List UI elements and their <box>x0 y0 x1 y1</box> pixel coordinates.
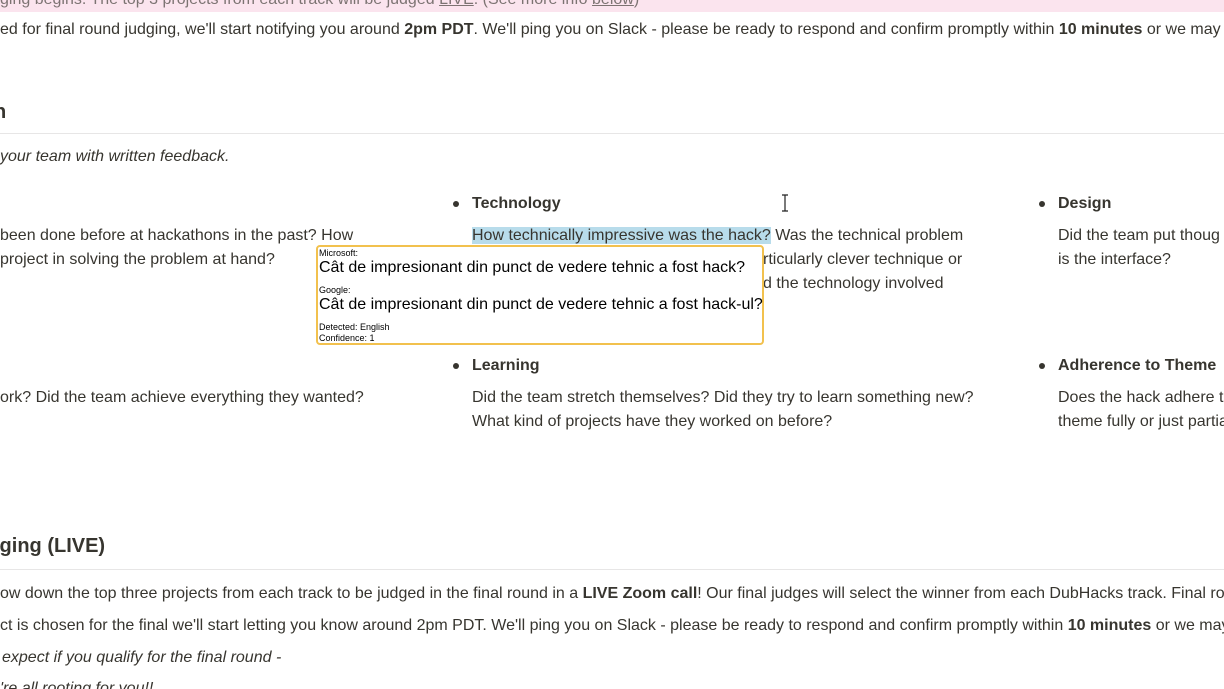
section-divider <box>0 133 1224 134</box>
design-line2: is the interface? <box>1058 251 1171 268</box>
final-round-expect: expect if you qualify for the final roun… <box>2 649 282 666</box>
final-round-minutes: 10 minutes <box>1067 617 1152 634</box>
google-translation: Cât de impresionant din punct de vedere … <box>319 296 763 313</box>
notify-text-mid: . We'll ping you on Slack - please be re… <box>473 21 1059 38</box>
banner-text-start: ging begins. The top 3 projects from eac… <box>0 0 439 8</box>
technology-line2: rticularly clever technique or <box>763 251 963 268</box>
notify-minutes: 10 minutes <box>1058 21 1143 38</box>
live-link[interactable]: LIVE <box>439 0 474 8</box>
technology-line3: d the technology involved <box>763 275 944 292</box>
notify-text-end: or we may <box>1142 21 1221 38</box>
criteria-col1-line1: been done before at hackathons in the pa… <box>0 227 354 244</box>
final-round-paragraph-2: ct is chosen for the final we'll start l… <box>0 614 1224 638</box>
bullet-dot <box>1039 363 1045 369</box>
theme-line1: Does the hack adhere to <box>1058 389 1224 406</box>
callout-banner: ging begins. The top 3 projects from eac… <box>0 0 1224 12</box>
learning-line2: What kind of projects have they worked o… <box>472 413 833 430</box>
banner-text-end: ) <box>634 0 639 8</box>
design-line1: Did the team put thoug <box>1058 227 1220 244</box>
bullet-dot <box>453 363 459 369</box>
detected-language: Detected: English <box>319 322 390 332</box>
final-round-divider <box>0 569 1224 570</box>
microsoft-translation: Cât de impresionant din punct de vedere … <box>319 259 746 276</box>
final-round-p2-start: ct is chosen for the final we'll start l… <box>0 617 1068 634</box>
technology-line1-rest: Was the technical problem <box>770 227 964 244</box>
bullet-dot <box>453 201 459 207</box>
selected-text[interactable]: How technically impressive was the hack? <box>472 227 771 244</box>
section-heading: n <box>0 101 7 123</box>
final-round-paragraph-1: ow down the top three projects from each… <box>0 582 1224 606</box>
final-round-p1-end: ! Our final judges will select the winne… <box>697 585 1224 602</box>
live-zoom-call: LIVE Zoom call <box>582 585 698 602</box>
theme-line2: theme fully or just partia <box>1058 413 1224 430</box>
below-link[interactable]: below <box>592 0 634 8</box>
text-cursor-icon <box>782 194 788 212</box>
notify-time: 2pm PDT <box>404 21 474 38</box>
section-intro: your team with written feedback. <box>0 148 230 165</box>
notify-text-start: ed for final round judging, we'll start … <box>0 21 405 38</box>
final-round-p2-end: or we may <box>1151 617 1224 634</box>
final-round-rooting: 're all rooting for you!! <box>0 680 154 689</box>
confidence-value: Confidence: 1 <box>319 333 375 343</box>
banner-text-mid: . (See more info <box>474 0 592 8</box>
learning-title: Learning <box>472 357 540 374</box>
final-round-p1-start: ow down the top three projects from each… <box>0 585 583 602</box>
bullet-dot <box>1039 201 1045 207</box>
learning-line1: Did the team stretch themselves? Did the… <box>472 389 974 406</box>
banner-text: ging begins. The top 3 projects from eac… <box>0 0 639 12</box>
criteria-col1-line2: project in solving the problem at hand? <box>0 251 275 268</box>
final-round-heading: lging (LIVE) <box>0 535 106 557</box>
theme-title: Adherence to Theme <box>1058 357 1217 374</box>
criteria-col1-line3: ork? Did the team achieve everything the… <box>0 389 364 406</box>
technology-title: Technology <box>472 195 561 212</box>
translation-popup: Microsoft: Cât de impresionant din punct… <box>316 245 764 345</box>
notify-paragraph: ed for final round judging, we'll start … <box>0 18 1221 42</box>
design-title: Design <box>1058 195 1112 212</box>
